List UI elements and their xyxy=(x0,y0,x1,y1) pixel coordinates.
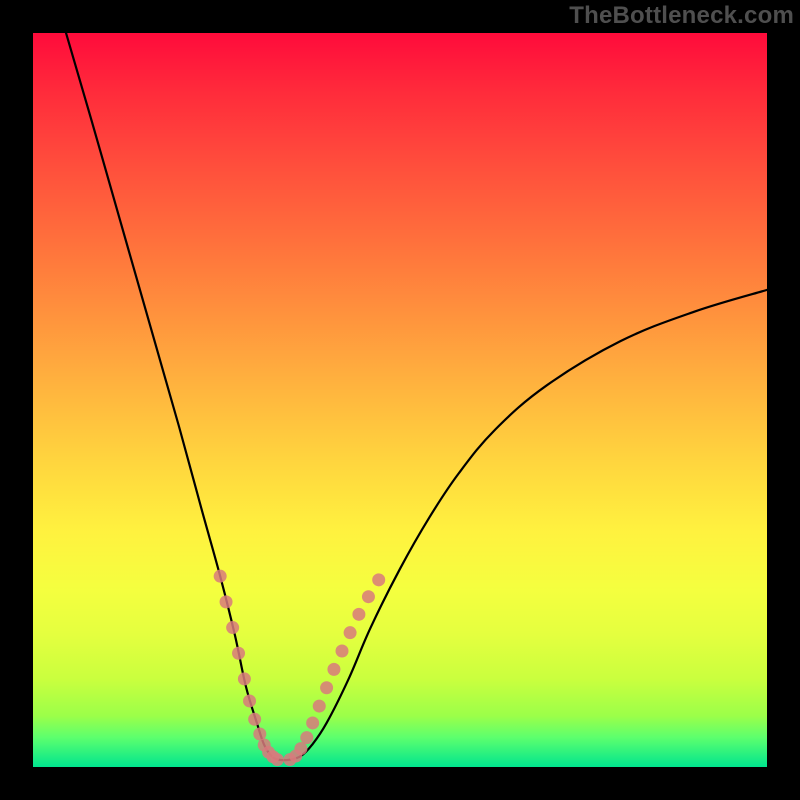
highlight-dots-left xyxy=(214,570,284,767)
highlight-dot xyxy=(220,595,233,608)
highlight-dot xyxy=(306,716,319,729)
highlight-dot xyxy=(226,621,239,634)
watermark-text: TheBottleneck.com xyxy=(569,2,794,30)
highlight-dot xyxy=(271,753,284,766)
highlight-dot xyxy=(238,672,251,685)
plot-area xyxy=(33,33,767,767)
chart-stage: TheBottleneck.com xyxy=(0,0,800,800)
highlight-dot xyxy=(294,742,307,755)
highlight-dot xyxy=(232,647,245,660)
highlight-dot xyxy=(352,608,365,621)
highlight-dot xyxy=(214,570,227,583)
highlight-dot xyxy=(344,626,357,639)
chart-svg xyxy=(33,33,767,767)
highlight-dot xyxy=(372,573,385,586)
bottleneck-curve xyxy=(66,33,767,760)
highlight-dot xyxy=(300,731,313,744)
highlight-dot xyxy=(336,645,349,658)
highlight-dot xyxy=(327,663,340,676)
highlight-dot xyxy=(320,681,333,694)
highlight-dot xyxy=(248,713,261,726)
highlight-dots-right xyxy=(283,573,385,766)
highlight-dot xyxy=(313,700,326,713)
highlight-dot xyxy=(243,694,256,707)
highlight-dot xyxy=(362,590,375,603)
